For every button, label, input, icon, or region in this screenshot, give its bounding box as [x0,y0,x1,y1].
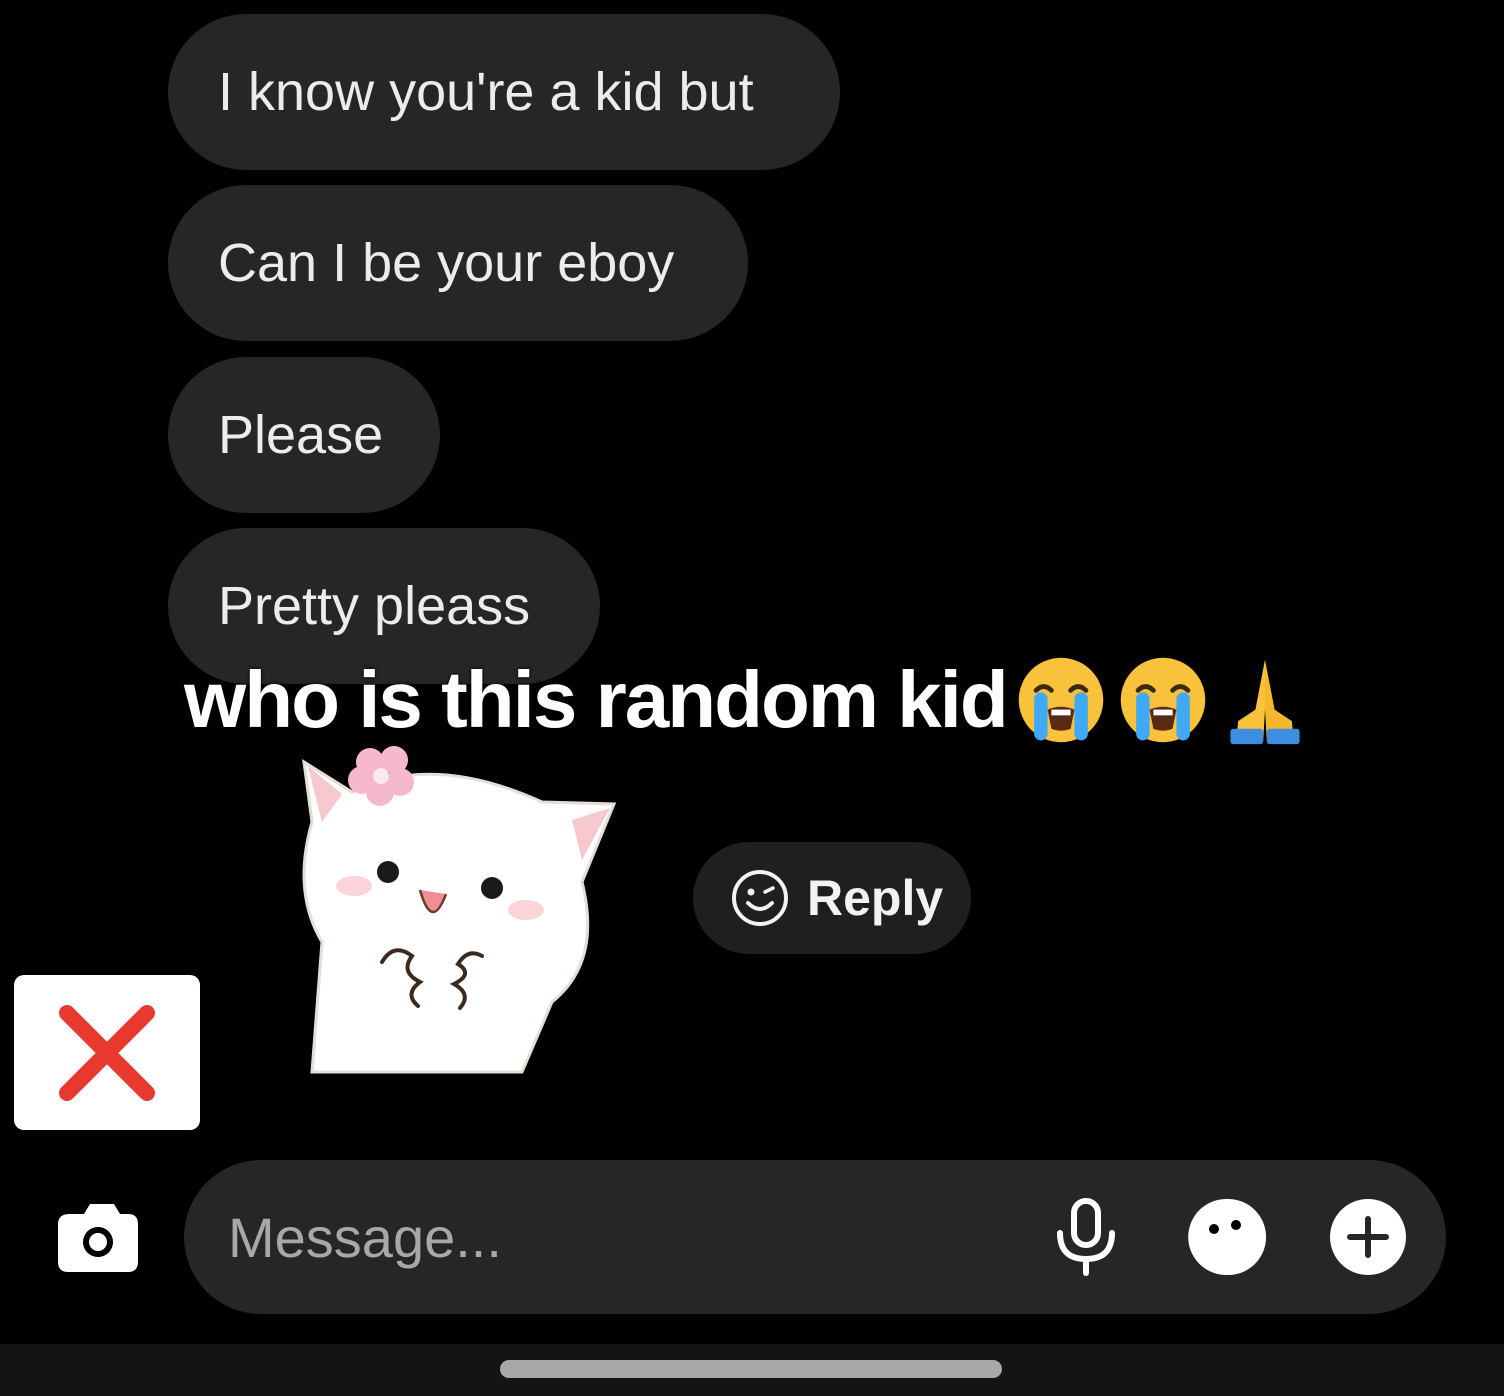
message-composer [184,1160,1446,1314]
overlay-caption: who is this random kid [184,652,1313,748]
message-bubble[interactable]: Please [168,357,440,513]
folded-hands-icon [1230,659,1300,745]
message-text: Can I be your eboy [218,233,675,293]
sticker-icon[interactable] [1186,1197,1266,1277]
overlay-caption-text: who is this random kid [184,655,1009,744]
message-text: Please [218,405,384,465]
message-text: I know you're a kid but [218,62,754,122]
message-bubble[interactable]: I know you're a kid but [168,14,840,170]
white-cat-sticker[interactable] [282,742,628,1078]
message-text: Pretty pleass [218,576,531,636]
red-x-icon [59,1004,155,1101]
reply-button[interactable]: Reply [693,842,971,954]
home-indicator[interactable] [500,1360,1002,1378]
message-input[interactable] [228,1160,988,1314]
message-bubble[interactable]: Can I be your eboy [168,185,748,341]
loudly-crying-face-icon [1018,657,1104,743]
camera-icon[interactable] [56,1200,140,1274]
smiley-face-icon [732,870,788,926]
loudly-crying-face-icon [1120,657,1206,743]
reply-label: Reply [807,870,944,926]
microphone-icon[interactable] [1046,1197,1126,1277]
close-box[interactable] [14,975,200,1130]
plus-icon[interactable] [1328,1197,1408,1277]
